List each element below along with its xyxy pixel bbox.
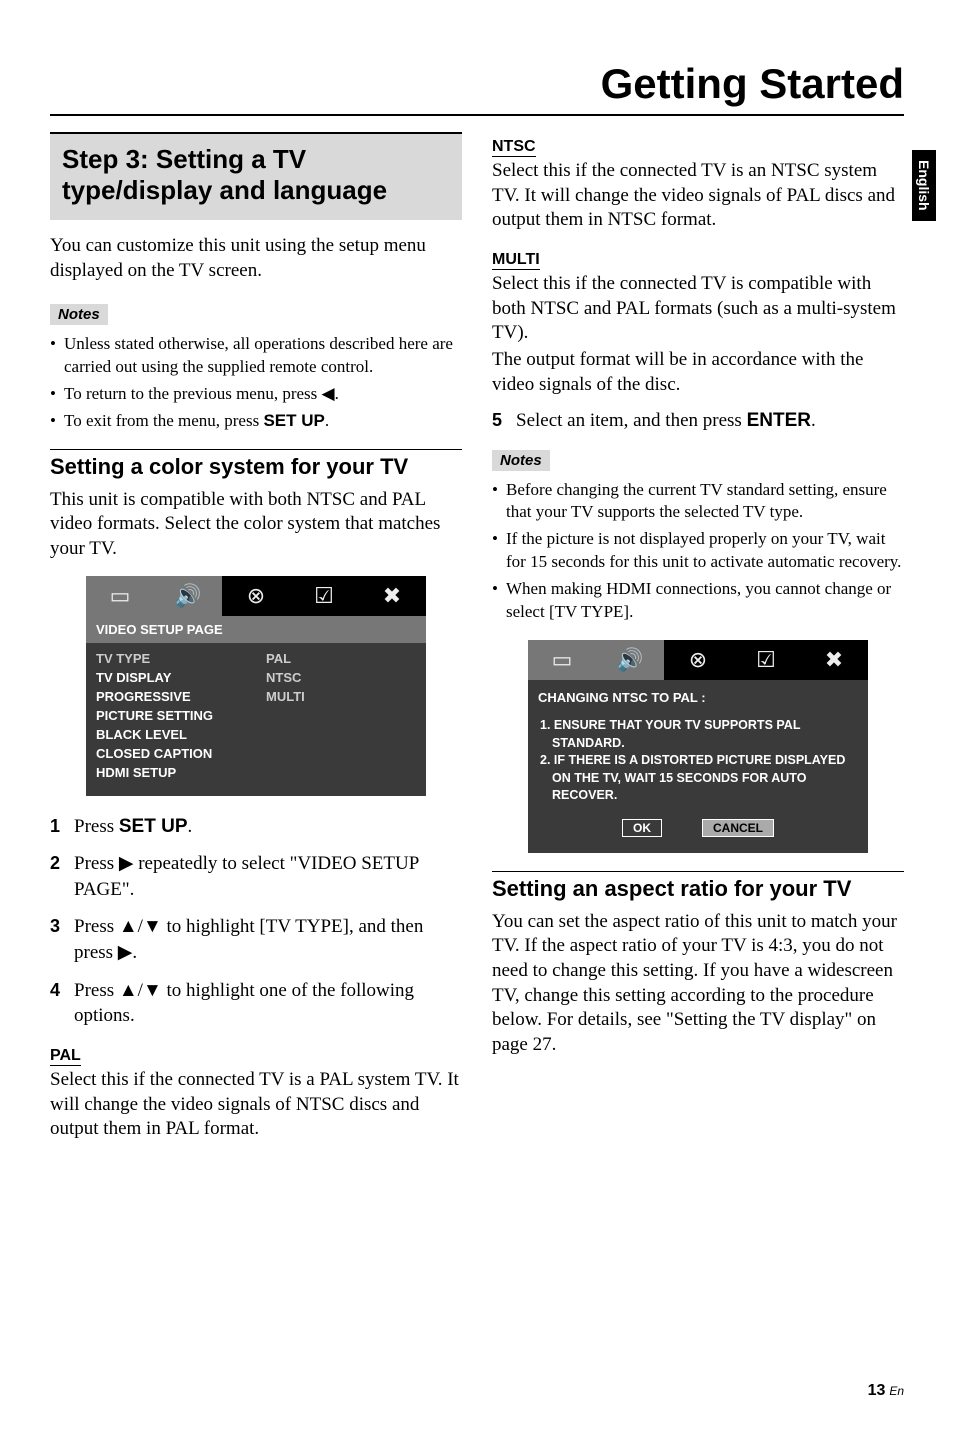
tab-speaker-icon: 🔊: [154, 576, 222, 616]
panel-msg-line: 1. ENSURE THAT YOUR TV SUPPORTS PAL STAN…: [540, 717, 856, 752]
tab-close-icon: ✖: [358, 576, 426, 616]
panel-subtitle: VIDEO SETUP PAGE: [86, 616, 426, 643]
tab-display-icon: ▭: [86, 576, 154, 616]
color-system-body: This unit is compatible with both NTSC a…: [50, 488, 462, 562]
tab-close-icon: ✖: [800, 640, 868, 680]
panel-row-label: BLACK LEVEL: [96, 727, 266, 742]
panel-row: PICTURE SETTING: [96, 706, 416, 725]
language-tab: English: [912, 150, 936, 221]
panel-buttons: OK CANCEL: [528, 815, 868, 839]
panel-row-value: NTSC: [266, 670, 301, 685]
panel-subtitle: CHANGING NTSC TO PAL :: [528, 680, 868, 711]
page-number-value: 13: [868, 1382, 886, 1399]
intro-paragraph: You can customize this unit using the se…: [50, 234, 462, 283]
panel-row-value: MULTI: [266, 689, 305, 704]
panel-row-label: CLOSED CAPTION: [96, 746, 266, 761]
tab-display-icon: ▭: [528, 640, 596, 680]
panel-msg-line: 2. IF THERE IS A DISTORTED PICTURE DISPL…: [540, 752, 856, 805]
panel-row-value: PAL: [266, 651, 291, 666]
left-column: Step 3: Setting a TV type/display and la…: [50, 132, 462, 1154]
panel-tabs: ▭ 🔊 ⊗ ☑ ✖: [528, 640, 868, 680]
changing-ntsc-panel: ▭ 🔊 ⊗ ☑ ✖ CHANGING NTSC TO PAL : 1. ENSU…: [528, 640, 868, 853]
section-aspect-ratio: Setting an aspect ratio for your TV: [492, 871, 904, 902]
video-setup-panel: ▭ 🔊 ⊗ ☑ ✖ VIDEO SETUP PAGE TV TYPEPAL TV…: [86, 576, 426, 796]
panel-row: CLOSED CAPTION: [96, 744, 416, 763]
panel-row-label: PICTURE SETTING: [96, 708, 266, 723]
panel-row: PROGRESSIVEMULTI: [96, 687, 416, 706]
tab-check-icon: ☑: [290, 576, 358, 616]
panel-row-label: TV DISPLAY: [96, 670, 266, 685]
right-column: NTSC Select this if the connected TV is …: [492, 132, 904, 1154]
notes-list-1: Unless stated otherwise, all operations …: [50, 333, 462, 433]
notes-label: Notes: [50, 304, 108, 325]
page-number-lang: En: [889, 1384, 904, 1398]
cancel-button[interactable]: CANCEL: [702, 819, 774, 837]
step-item: Press ▶ repeatedly to select "VIDEO SETU…: [50, 851, 462, 902]
option-ntsc-body: Select this if the connected TV is an NT…: [492, 159, 904, 233]
step-item: Press ▲/▼ to highlight one of the follow…: [50, 978, 462, 1029]
note-item: When making HDMI connections, you cannot…: [492, 578, 904, 624]
step-item: Press ▲/▼ to highlight [TV TYPE], and th…: [50, 914, 462, 965]
option-multi-heading: MULTI: [492, 251, 540, 270]
note-item: Unless stated otherwise, all operations …: [50, 333, 462, 379]
panel-row-label: PROGRESSIVE: [96, 689, 266, 704]
notes-label: Notes: [492, 450, 550, 471]
panel-message: 1. ENSURE THAT YOUR TV SUPPORTS PAL STAN…: [528, 711, 868, 815]
steps-list: Press SET UP. Press ▶ repeatedly to sele…: [50, 814, 462, 1029]
panel-row-label: HDMI SETUP: [96, 765, 266, 780]
page-title: Getting Started: [50, 60, 904, 116]
notes-list-2: Before changing the current TV standard …: [492, 479, 904, 625]
tab-disc-icon: ⊗: [664, 640, 732, 680]
ok-button[interactable]: OK: [622, 819, 662, 837]
tab-speaker-icon: 🔊: [596, 640, 664, 680]
note-item: To return to the previous menu, press ◀.: [50, 383, 462, 406]
aspect-ratio-body: You can set the aspect ratio of this uni…: [492, 910, 904, 1058]
note-item: Before changing the current TV standard …: [492, 479, 904, 525]
step-item: Press SET UP.: [50, 814, 462, 840]
option-multi-body2: The output format will be in accordance …: [492, 348, 904, 397]
step-heading-box: Step 3: Setting a TV type/display and la…: [50, 132, 462, 220]
panel-tabs: ▭ 🔊 ⊗ ☑ ✖: [86, 576, 426, 616]
note-item: To exit from the menu, press SET UP.: [50, 410, 462, 433]
panel-row-label: TV TYPE: [96, 651, 266, 666]
panel-row: HDMI SETUP: [96, 763, 416, 782]
tab-check-icon: ☑: [732, 640, 800, 680]
option-pal-heading: PAL: [50, 1047, 81, 1066]
panel-row: TV DISPLAYNTSC: [96, 668, 416, 687]
step-heading: Step 3: Setting a TV type/display and la…: [62, 144, 450, 206]
panel-row: BLACK LEVEL: [96, 725, 416, 744]
panel-row: TV TYPEPAL: [96, 649, 416, 668]
option-ntsc-heading: NTSC: [492, 138, 536, 157]
option-pal-body: Select this if the connected TV is a PAL…: [50, 1068, 462, 1142]
option-multi-body1: Select this if the connected TV is compa…: [492, 272, 904, 346]
section-color-system: Setting a color system for your TV: [50, 449, 462, 480]
note-item: If the picture is not displayed properly…: [492, 528, 904, 574]
step-5: Select an item, and then press ENTER.: [492, 410, 904, 432]
tab-disc-icon: ⊗: [222, 576, 290, 616]
page-number: 13 En: [868, 1382, 904, 1400]
